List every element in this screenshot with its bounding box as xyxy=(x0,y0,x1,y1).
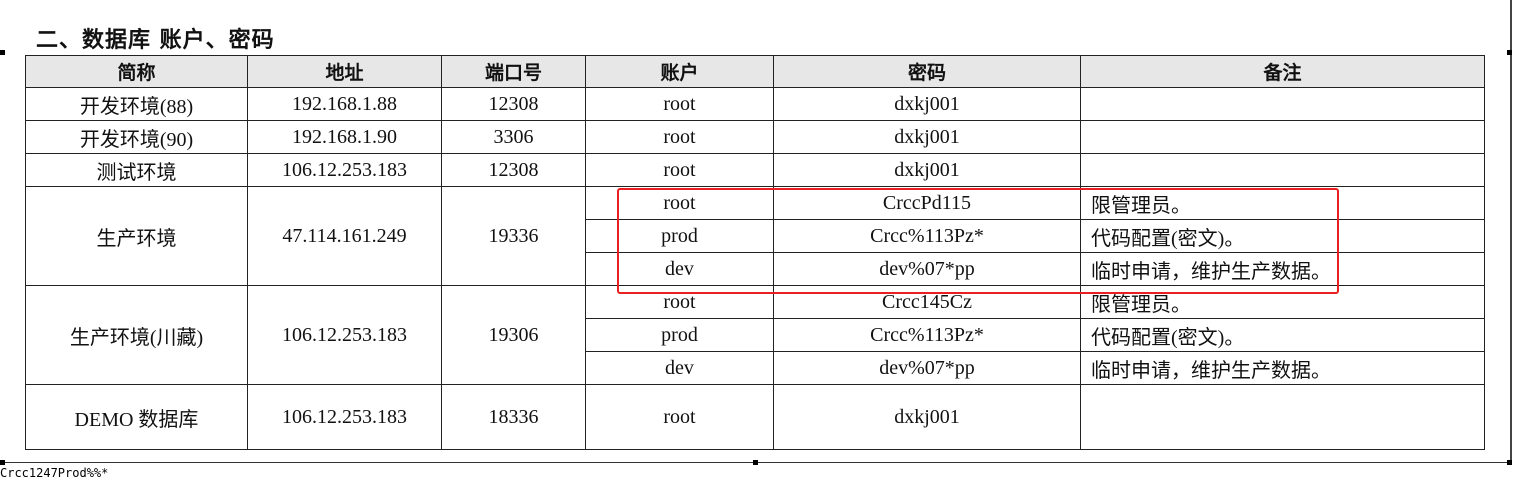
cell-account[interactable]: root xyxy=(585,285,774,319)
table-header-row: 简称 地址 端口号 账户 密码 备注 xyxy=(25,55,1485,88)
cell-name[interactable]: 开发环境(88) xyxy=(25,87,248,121)
header-name: 简称 xyxy=(25,55,248,88)
cell-note[interactable]: 限管理员。 xyxy=(1080,285,1485,319)
table-row: 测试环境 106.12.253.183 12308 root dxkj001 xyxy=(25,153,1485,187)
header-account: 账户 xyxy=(585,55,774,88)
table-row: 生产环境 47.114.161.249 19336 root CrccPd115… xyxy=(25,186,1485,286)
resize-handle[interactable] xyxy=(753,460,758,465)
resize-handle[interactable] xyxy=(0,50,5,55)
cell-password[interactable]: dxkj001 xyxy=(773,153,1081,187)
database-accounts-table: 简称 地址 端口号 账户 密码 备注 开发环境(88) 192.168.1.88… xyxy=(25,55,1485,450)
table-row: DEMO 数据库 106.12.253.183 18336 root dxkj0… xyxy=(25,384,1485,450)
cell-port[interactable]: 12308 xyxy=(441,153,586,187)
cell-name[interactable]: 测试环境 xyxy=(25,153,248,187)
cell-address[interactable]: 106.12.253.183 xyxy=(247,153,442,187)
cell-password[interactable]: Crcc%113Pz* xyxy=(773,318,1081,352)
cell-account[interactable]: prod xyxy=(585,318,774,352)
cell-account[interactable]: root xyxy=(585,87,774,121)
cell-note[interactable] xyxy=(1080,384,1485,450)
cell-password[interactable]: dxkj001 xyxy=(773,87,1081,121)
cell-password[interactable]: Crcc145Cz xyxy=(773,285,1081,319)
section-heading: 二、数据库 账户、密码 xyxy=(36,28,275,53)
header-address: 地址 xyxy=(247,55,442,88)
cell-account[interactable]: root xyxy=(585,153,774,187)
cell-port[interactable]: 19306 xyxy=(441,285,586,385)
header-password: 密码 xyxy=(773,55,1081,88)
cell-note[interactable]: 代码配置(密文)。 xyxy=(1080,219,1485,253)
resize-handle[interactable] xyxy=(1507,50,1512,55)
cell-password[interactable]: dev%07*pp xyxy=(773,252,1081,286)
cell-password[interactable]: dxkj001 xyxy=(773,384,1081,450)
cell-port[interactable]: 3306 xyxy=(441,120,586,154)
cell-password[interactable]: Crcc%113Pz* xyxy=(773,219,1081,253)
cell-port[interactable]: 19336 xyxy=(441,186,586,286)
cell-account[interactable]: dev xyxy=(585,252,774,286)
resize-handle[interactable] xyxy=(0,460,5,465)
cell-name[interactable]: DEMO 数据库 xyxy=(25,384,248,450)
cell-note[interactable]: 临时申请，维护生产数据。 xyxy=(1080,351,1485,385)
cell-note[interactable] xyxy=(1080,87,1485,121)
cell-note[interactable]: 临时申请，维护生产数据。 xyxy=(1080,252,1485,286)
table-row: 生产环境(川藏) 106.12.253.183 19306 root Crcc1… xyxy=(25,285,1485,385)
cell-account[interactable]: dev xyxy=(585,351,774,385)
cell-address[interactable]: 192.168.1.88 xyxy=(247,87,442,121)
cell-note[interactable]: 限管理员。 xyxy=(1080,186,1485,220)
cell-address[interactable]: 47.114.161.249 xyxy=(247,186,442,286)
cell-password[interactable]: CrccPd115 xyxy=(773,186,1081,220)
cell-note[interactable] xyxy=(1080,120,1485,154)
header-port: 端口号 xyxy=(441,55,586,88)
cell-account[interactable]: root xyxy=(585,186,774,220)
table-row: 开发环境(88) 192.168.1.88 12308 root dxkj001 xyxy=(25,87,1485,121)
header-note: 备注 xyxy=(1080,55,1485,88)
table-row: 开发环境(90) 192.168.1.90 3306 root dxkj001 xyxy=(25,120,1485,154)
cell-account[interactable]: prod xyxy=(585,219,774,253)
cell-name[interactable]: 开发环境(90) xyxy=(25,120,248,154)
cell-name[interactable]: 生产环境(川藏) xyxy=(25,285,248,385)
cell-account[interactable]: root xyxy=(585,120,774,154)
cell-name[interactable]: 生产环境 xyxy=(25,186,248,286)
cell-password[interactable]: dxkj001 xyxy=(773,120,1081,154)
footer-text: Crcc1247Prod%%* xyxy=(0,466,109,480)
cell-note[interactable] xyxy=(1080,153,1485,187)
resize-handle[interactable] xyxy=(1507,460,1512,465)
cell-account[interactable]: root xyxy=(585,384,774,450)
cell-address[interactable]: 106.12.253.183 xyxy=(247,384,442,450)
cell-port[interactable]: 12308 xyxy=(441,87,586,121)
cell-password[interactable]: dev%07*pp xyxy=(773,351,1081,385)
cell-address[interactable]: 106.12.253.183 xyxy=(247,285,442,385)
cell-address[interactable]: 192.168.1.90 xyxy=(247,120,442,154)
cell-note[interactable]: 代码配置(密文)。 xyxy=(1080,318,1485,352)
cell-port[interactable]: 18336 xyxy=(441,384,586,450)
page-edge-line xyxy=(1510,0,1512,464)
